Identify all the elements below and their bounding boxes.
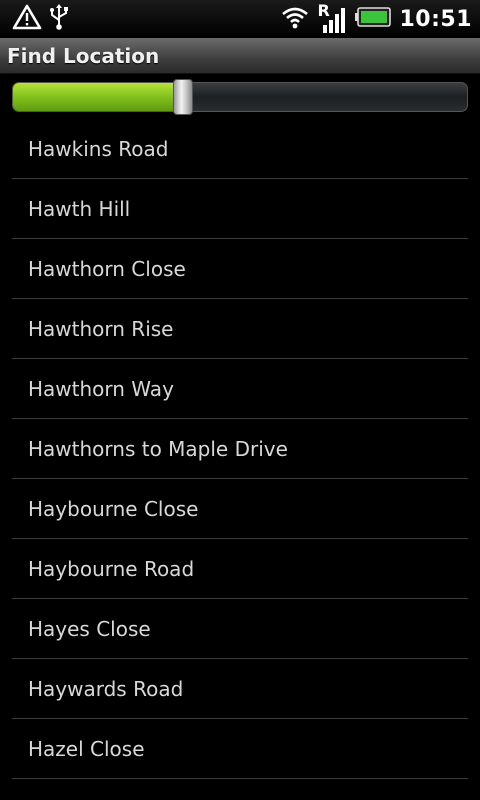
list-item-label: Hawthorns to Maple Drive [28,436,288,461]
usb-icon [48,3,70,35]
title-bar: Find Location [0,38,480,74]
list-item[interactable]: Hawthorns to Maple Drive [12,419,468,479]
list-item-label: Hawthorn Rise [28,316,174,341]
slider-thumb[interactable] [173,79,193,115]
list-item-label: Haybourne Road [28,556,195,581]
list-item[interactable]: Hawthorn Close [12,239,468,299]
slider-track[interactable] [12,82,468,112]
list-item[interactable]: Haybourne Close [12,479,468,539]
list-item[interactable]: Hawkins Road [12,119,468,179]
slider-fill [13,83,184,111]
battery-icon [355,7,392,31]
list-item[interactable]: Haywards Road [12,659,468,719]
list-item[interactable]: Hayes Close [12,599,468,659]
list-item-label: Hazel Close [28,736,145,761]
list-item[interactable]: Hazel Close [12,719,468,779]
list-item-label: Haybourne Close [28,496,199,521]
status-bar: R 10:51 [0,0,480,38]
warning-icon [12,4,42,34]
clock: 10:51 [399,6,472,32]
location-list: Hawkins Road Hawth Hill Hawthorn Close Hawt… [12,119,468,779]
list-item-label: Haywards Road [28,676,184,701]
list-item[interactable]: Hawthorn Rise [12,299,468,359]
list-item[interactable]: Hawth Hill [12,179,468,239]
list-item[interactable]: Haybourne Road [12,539,468,599]
list-item[interactable]: Hawthorn Way [12,359,468,419]
list-item-label: Hawthorn Close [28,256,186,281]
location-slider[interactable] [12,79,468,115]
roaming-signal-icon: R [317,1,347,35]
wifi-icon [281,5,309,33]
list-item-label: Hawth Hill [28,196,131,221]
page-title: Find Location [7,43,160,68]
list-item-label: Hawkins Road [28,136,169,161]
list-item-label: Hayes Close [28,616,151,641]
list-item-label: Hawthorn Way [28,376,174,401]
